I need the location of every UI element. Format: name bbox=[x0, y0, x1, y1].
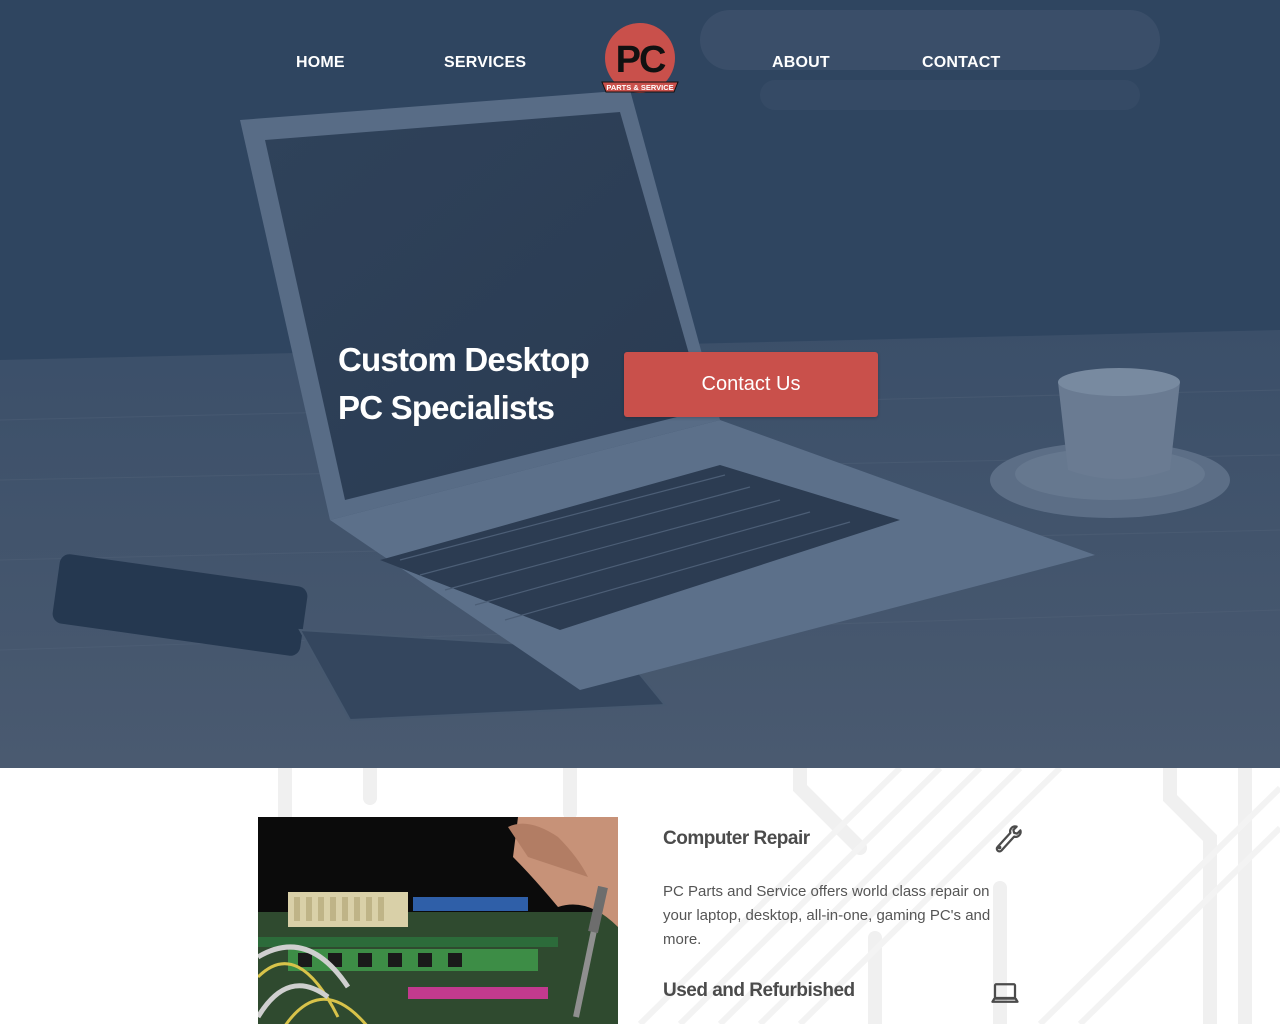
service-title-used-refurbished: Used and Refurbished bbox=[663, 980, 855, 1001]
svg-text:PC: PC bbox=[616, 39, 666, 81]
nav-about[interactable]: ABOUT bbox=[772, 54, 830, 72]
hero-section: HOME SERVICES PC PARTS & SERVICE ABOUT C… bbox=[0, 0, 1280, 768]
computer-repair-photo bbox=[258, 817, 618, 1024]
services-section: Computer Repair PC Parts and Service off… bbox=[0, 768, 1280, 1024]
hero-title-line-2: PC Specialists bbox=[338, 389, 555, 426]
hero-title-line-1: Custom Desktop bbox=[338, 341, 590, 378]
nav-home[interactable]: HOME bbox=[296, 54, 345, 72]
service-description-computer-repair: PC Parts and Service offers world class … bbox=[663, 883, 991, 948]
circuit-background-pattern bbox=[278, 768, 1280, 1024]
hero-title: Custom Desktop PC Specialists bbox=[338, 336, 608, 432]
wrench-icon bbox=[995, 825, 1022, 853]
nav-contact[interactable]: CONTACT bbox=[922, 54, 1000, 72]
laptop-icon bbox=[991, 983, 1019, 1003]
pc-parts-service-logo[interactable]: PC PARTS & SERVICE bbox=[598, 22, 684, 98]
contact-us-button[interactable]: Contact Us bbox=[624, 352, 878, 417]
nav-services[interactable]: SERVICES bbox=[444, 54, 526, 72]
svg-text:PARTS & SERVICE: PARTS & SERVICE bbox=[606, 83, 673, 92]
service-title-computer-repair: Computer Repair bbox=[663, 828, 810, 849]
